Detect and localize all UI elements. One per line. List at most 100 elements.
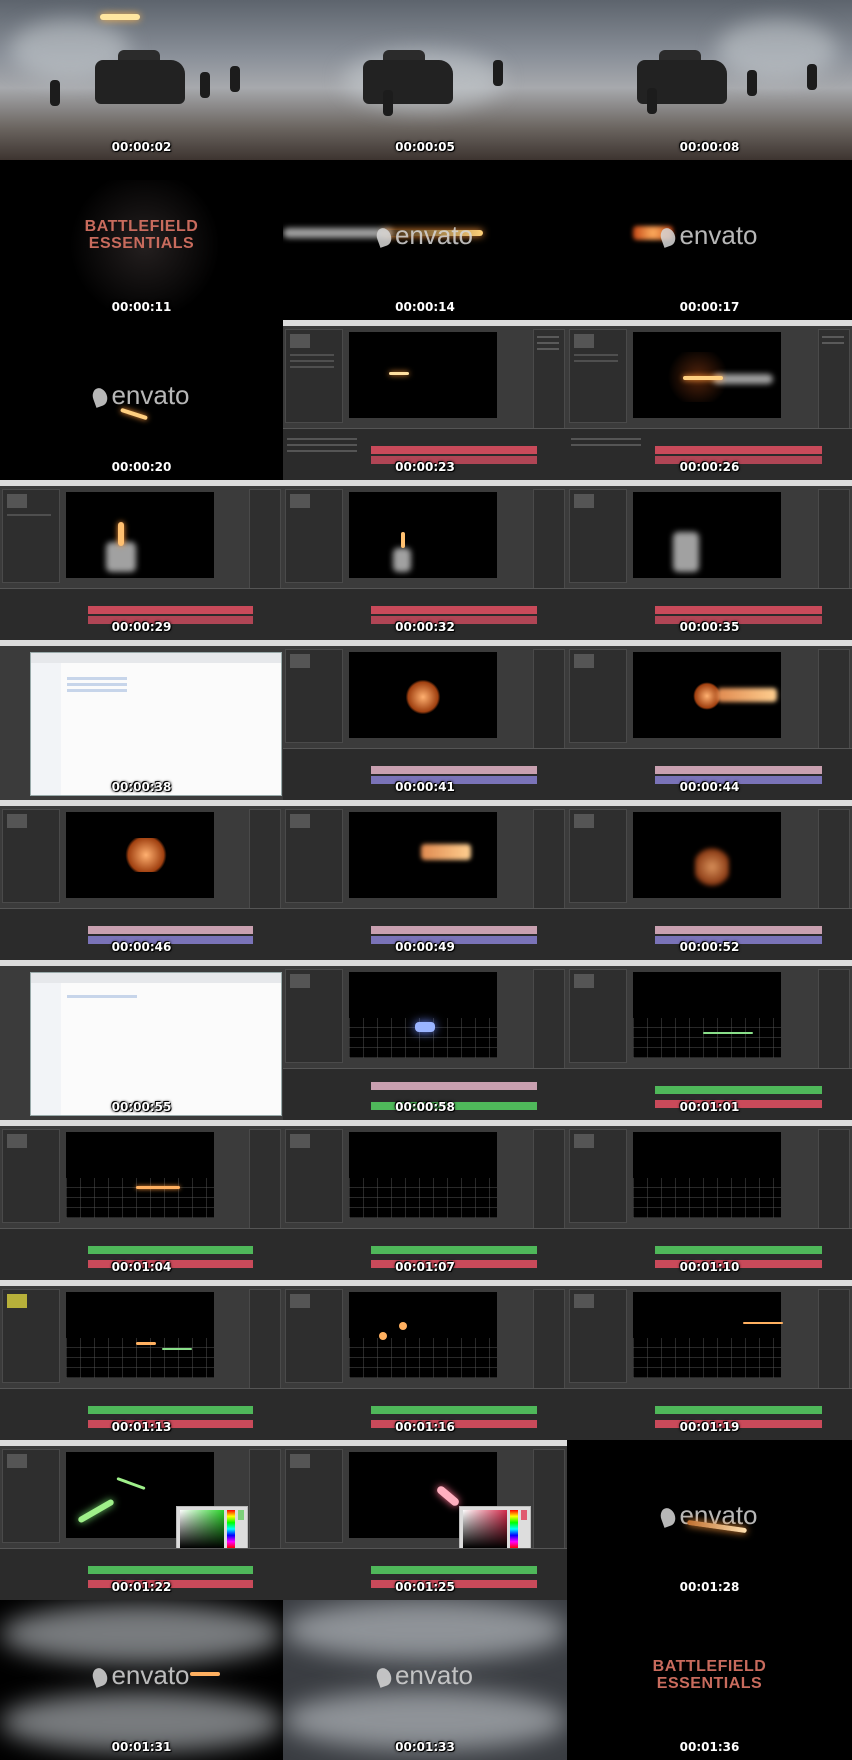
frame-tile-ae[interactable]: 00:00:49: [283, 800, 567, 960]
blue-flare: [415, 1022, 435, 1032]
effects-panel: [533, 809, 565, 911]
color-field[interactable]: [180, 1510, 224, 1548]
project-panel: [569, 489, 627, 583]
frame-tile-ae[interactable]: 00:01:19: [567, 1280, 852, 1440]
soldier: [807, 64, 817, 90]
project-panel: [285, 329, 343, 423]
file-row[interactable]: [67, 995, 137, 998]
frame-tile[interactable]: envato 00:01:31: [0, 1600, 283, 1760]
tracer-round: [136, 1186, 180, 1189]
frame-tile-ae[interactable]: 00:00:41: [283, 640, 567, 800]
composition-viewer: [633, 1132, 781, 1218]
effects-panel: [533, 969, 565, 1071]
3d-grid-floor: [633, 1018, 781, 1058]
timestamp: 00:01:19: [679, 1420, 740, 1434]
frame-tile[interactable]: envato 00:01:33: [283, 1600, 567, 1760]
frame-tile-ae[interactable]: 00:01:13: [0, 1280, 283, 1440]
frame-tile-ae[interactable]: 00:00:58: [283, 960, 567, 1120]
frame-tile-ae[interactable]: 00:00:46: [0, 800, 283, 960]
frame-tile-ae[interactable]: 00:01:25: [283, 1440, 567, 1600]
timestamp: 00:00:29: [111, 620, 172, 634]
green-tracer: [77, 1498, 115, 1524]
frame-tile[interactable]: BATTLEFIELD ESSENTIALS 00:00:11: [0, 160, 283, 320]
timestamp: 00:00:52: [679, 940, 740, 954]
frame-tile-ae[interactable]: 00:00:29: [0, 480, 283, 640]
layer-track: [371, 1246, 537, 1254]
armored-vehicle: [363, 60, 453, 104]
frame-tile-ae[interactable]: 00:01:22: [0, 1440, 283, 1600]
composition-viewer: [349, 812, 497, 898]
menu-bar: [567, 960, 852, 966]
composition-viewer: [349, 1292, 497, 1378]
timestamp: 00:01:36: [679, 1740, 740, 1754]
menu-bar: [567, 640, 852, 646]
title-card-text: BATTLEFIELD ESSENTIALS: [0, 218, 283, 252]
frame-tile-ae[interactable]: 00:00:23: [283, 320, 567, 480]
frame-tile-ae[interactable]: 00:00:44: [567, 640, 852, 800]
file-row[interactable]: [67, 689, 127, 692]
frame-tile-ae[interactable]: 00:01:04: [0, 1120, 283, 1280]
hue-slider[interactable]: [510, 1510, 518, 1548]
frame-tile[interactable]: 00:00:02: [0, 0, 283, 160]
composition-viewer: [66, 1292, 214, 1378]
frame-tile[interactable]: envato 00:00:14: [283, 160, 567, 320]
hue-slider[interactable]: [227, 1510, 235, 1548]
frame-tile-ae[interactable]: 00:01:01: [567, 960, 852, 1120]
layer-track: [371, 446, 537, 454]
menu-bar: [567, 1120, 852, 1126]
timestamp: 00:00:08: [679, 140, 740, 154]
composition-viewer: [633, 332, 781, 418]
timestamp: 00:00:32: [395, 620, 455, 634]
frame-tile-ae[interactable]: 00:00:35: [567, 480, 852, 640]
frame-tile[interactable]: envato 00:00:20: [0, 320, 283, 480]
composition-viewer: [349, 652, 497, 738]
smoke-column: [393, 548, 411, 572]
green-tracer: [703, 1032, 753, 1034]
effects-panel: [818, 809, 850, 911]
effects-panel: [818, 489, 850, 591]
project-panel: [2, 809, 60, 903]
tracer-round: [743, 1322, 783, 1324]
frame-tile[interactable]: envato 00:01:28: [567, 1440, 852, 1600]
armored-vehicle: [95, 60, 185, 104]
frame-tile[interactable]: envato 00:00:17: [567, 160, 852, 320]
smoke-cloud: [717, 20, 837, 80]
layer-track: [371, 606, 537, 614]
frame-tile-ae[interactable]: 00:01:16: [283, 1280, 567, 1440]
muzzle-flash: [405, 680, 441, 714]
envato-watermark: envato: [0, 380, 283, 411]
frame-tile-ae[interactable]: 00:01:10: [567, 1120, 852, 1280]
frame-tile[interactable]: BATTLEFIELD ESSENTIALS 00:01:36: [567, 1600, 852, 1760]
frame-tile-ae[interactable]: 00:00:52: [567, 800, 852, 960]
effects-panel: [818, 1129, 850, 1231]
menu-bar: [283, 1120, 567, 1126]
project-panel: [285, 489, 343, 583]
soldier: [200, 72, 210, 98]
title-line-1: BATTLEFIELD: [84, 218, 199, 235]
file-explorer-window[interactable]: [30, 652, 282, 796]
composition-viewer: [66, 812, 214, 898]
timestamp: 00:00:58: [395, 1100, 455, 1114]
file-explorer-window[interactable]: [30, 972, 282, 1116]
file-row[interactable]: [67, 677, 127, 680]
frame-tile-ae[interactable]: 00:00:38: [0, 640, 283, 800]
color-picker-dialog[interactable]: [459, 1506, 531, 1552]
color-picker-dialog[interactable]: [176, 1506, 248, 1552]
frame-tile[interactable]: 00:00:08: [567, 0, 852, 160]
color-field[interactable]: [463, 1510, 507, 1548]
timestamp: 00:01:28: [679, 1580, 740, 1594]
composition-viewer: [633, 972, 781, 1058]
frame-tile-ae[interactable]: 00:00:32: [283, 480, 567, 640]
composition-viewer: [349, 972, 497, 1058]
menu-bar: [0, 1280, 283, 1286]
frame-tile-ae[interactable]: 00:01:07: [283, 1120, 567, 1280]
timestamp: 00:00:11: [111, 300, 172, 314]
frame-tile-ae[interactable]: 00:00:26: [567, 320, 852, 480]
frame-tile[interactable]: 00:00:05: [283, 0, 567, 160]
composition-viewer: [633, 492, 781, 578]
file-row[interactable]: [67, 683, 127, 686]
project-panel: [285, 1289, 343, 1383]
project-panel: [285, 1449, 343, 1543]
timestamp: 00:00:44: [679, 780, 740, 794]
frame-tile-ae[interactable]: 00:00:55: [0, 960, 283, 1120]
